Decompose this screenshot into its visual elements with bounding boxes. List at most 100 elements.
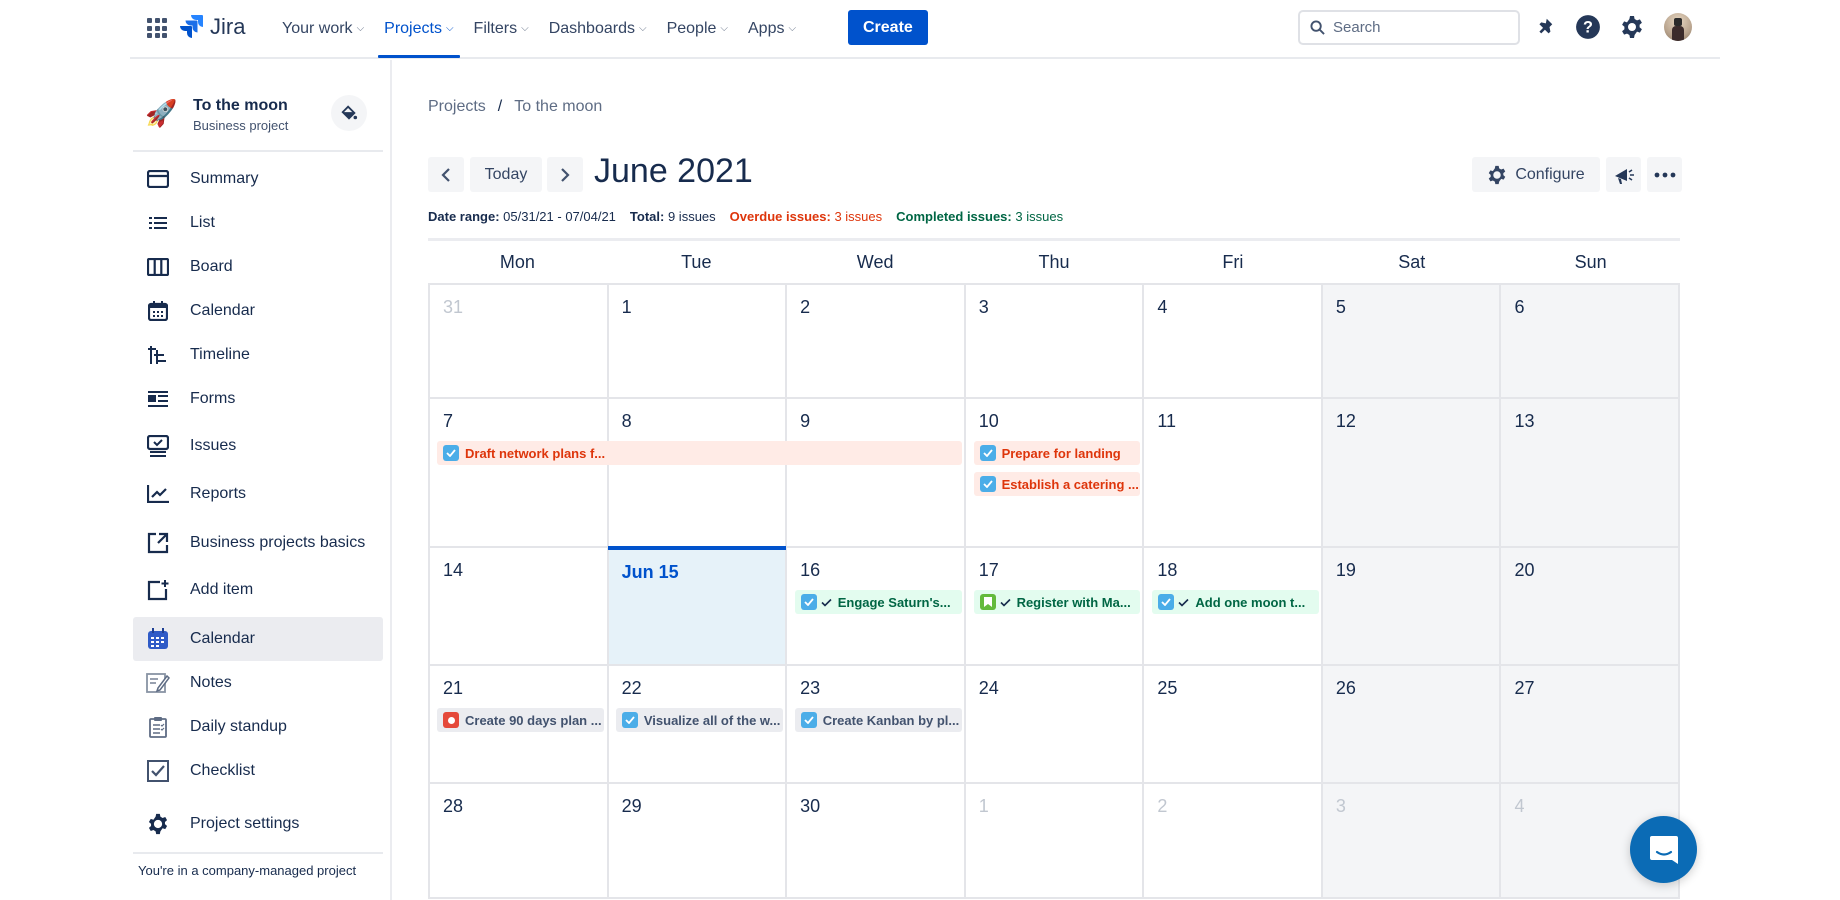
timeline-icon xyxy=(145,342,171,368)
calendar-day[interactable]: 24 xyxy=(965,666,1145,784)
configure-label: Configure xyxy=(1515,165,1585,183)
app-switcher-icon[interactable] xyxy=(147,18,167,38)
calendar-day[interactable]: 1 xyxy=(608,285,788,399)
sidebar-item-calendar-app[interactable]: Calendar xyxy=(133,617,383,661)
day-number: 3 xyxy=(1335,796,1346,816)
calendar-issue[interactable]: Create Kanban by pl... xyxy=(794,708,962,732)
calendar-day[interactable]: 1 xyxy=(965,784,1145,899)
nav-projects[interactable]: Projects ⌵ xyxy=(374,0,463,58)
calendar-issue[interactable]: Visualize all of the w... xyxy=(615,708,783,732)
nav-filters[interactable]: Filters ⌵ xyxy=(464,0,539,57)
weekday-fri: Fri xyxy=(1222,252,1244,272)
calendar-day[interactable]: 8 xyxy=(608,399,788,548)
sidebar-item-business-projects-basics[interactable]: Business projects basics xyxy=(133,521,383,565)
nav-your-work[interactable]: Your work ⌵ xyxy=(272,0,374,57)
user-avatar[interactable] xyxy=(1664,13,1692,41)
weekday-tue: Tue xyxy=(681,252,712,272)
calendar-day[interactable]: 20 xyxy=(1501,548,1681,666)
calendar-day[interactable]: 31 xyxy=(430,285,609,399)
calendar-issue[interactable]: Prepare for landing xyxy=(973,441,1141,465)
day-number: 26 xyxy=(1335,678,1356,698)
breadcrumb-project[interactable]: To the moon xyxy=(514,98,602,116)
sidebar-item-calendar[interactable]: Calendar xyxy=(133,289,383,333)
bug-type-icon xyxy=(443,712,459,728)
nav-label: Dashboards xyxy=(548,19,635,37)
calendar-day[interactable]: 28 xyxy=(430,784,609,899)
sidebar-item-summary[interactable]: Summary xyxy=(133,157,383,201)
chevron-left-icon xyxy=(441,167,450,182)
today-button[interactable]: Today xyxy=(470,157,542,192)
calendar-day[interactable]: 14 xyxy=(430,548,609,666)
calendar-day[interactable]: 7 xyxy=(430,399,609,548)
calendar-day[interactable]: 29 xyxy=(608,784,788,899)
calendar-day[interactable]: 30 xyxy=(787,784,966,899)
change-theme-button[interactable] xyxy=(331,95,367,131)
more-options-button[interactable] xyxy=(1647,157,1682,192)
search-input[interactable] xyxy=(1333,19,1503,36)
megaphone-icon xyxy=(1614,168,1634,184)
stat-completed[interactable]: Completed issues: 3 issues xyxy=(896,209,1063,224)
calendar-issue[interactable]: Create 90 days plan ... xyxy=(437,708,604,732)
jira-logo-text: Jira xyxy=(210,14,246,39)
help-icon[interactable]: ? xyxy=(1574,13,1602,41)
sidebar-item-timeline[interactable]: Timeline xyxy=(133,333,383,377)
breadcrumb-projects[interactable]: Projects xyxy=(428,98,486,116)
create-button[interactable]: Create xyxy=(848,10,928,45)
calendar-day[interactable]: 19 xyxy=(1322,548,1502,666)
checklist-icon xyxy=(145,758,171,784)
calendar-day[interactable]: 6 xyxy=(1501,285,1681,399)
settings-gear-icon[interactable] xyxy=(1618,13,1646,41)
sidebar-item-issues[interactable]: Issues xyxy=(133,424,383,468)
calendar-day[interactable]: 25 xyxy=(1144,666,1323,784)
sidebar-item-add-item[interactable]: Add item xyxy=(133,568,383,612)
day-number: 6 xyxy=(1514,297,1525,317)
nav-people[interactable]: People ⌵ xyxy=(657,0,738,57)
previous-month-button[interactable] xyxy=(428,157,464,192)
calendar-day[interactable]: 27 xyxy=(1501,666,1681,784)
issue-title: Draft network plans f... xyxy=(465,445,606,461)
calendar-day-today[interactable]: Jun 15 xyxy=(607,546,788,666)
stat-overdue[interactable]: Overdue issues: 3 issues xyxy=(730,209,882,224)
calendar-issue[interactable]: Register with Ma... xyxy=(973,590,1141,614)
jira-logo[interactable]: Jira xyxy=(180,14,245,40)
calendar-issue[interactable]: Establish a catering ... xyxy=(973,472,1141,496)
feedback-button[interactable] xyxy=(1606,157,1641,192)
calendar-day[interactable]: 2 xyxy=(1144,784,1323,899)
sidebar-item-project-settings[interactable]: Project settings xyxy=(133,802,383,846)
notifications-icon[interactable] xyxy=(1530,13,1558,41)
calendar-day[interactable]: 13 xyxy=(1501,399,1681,548)
calendar-day[interactable]: 3 xyxy=(1322,784,1502,899)
configure-button[interactable]: Configure xyxy=(1472,157,1600,192)
nav-apps[interactable]: Apps ⌵ xyxy=(738,0,806,57)
board-icon xyxy=(145,254,171,280)
sidebar-item-list[interactable]: List xyxy=(133,201,383,245)
day-number: 4 xyxy=(1514,796,1525,816)
next-month-button[interactable] xyxy=(547,157,583,192)
calendar-day[interactable]: 4 xyxy=(1144,285,1323,399)
calendar-day[interactable]: 11 xyxy=(1144,399,1323,548)
calendar-day[interactable]: 26 xyxy=(1322,666,1502,784)
calendar-issue[interactable]: Engage Saturn's... xyxy=(794,590,962,614)
calendar-day[interactable]: 5 xyxy=(1322,285,1502,399)
chat-support-button[interactable] xyxy=(1630,816,1697,883)
calendar-issue[interactable]: Draft network plans f... xyxy=(437,441,962,465)
calendar-day[interactable]: 9 xyxy=(787,399,966,548)
sidebar-item-notes[interactable]: Notes xyxy=(133,661,383,705)
day-number: 1 xyxy=(621,297,632,317)
sidebar-item-checklist[interactable]: Checklist xyxy=(133,749,383,793)
sidebar-item-daily-standup[interactable]: Daily standup xyxy=(133,705,383,749)
calendar-day[interactable]: 2 xyxy=(787,285,966,399)
nav-dashboards[interactable]: Dashboards ⌵ xyxy=(539,0,657,57)
calendar-day[interactable]: 12 xyxy=(1322,399,1502,548)
sidebar-item-forms[interactable]: Forms xyxy=(133,377,383,421)
sidebar-item-reports[interactable]: Reports xyxy=(133,472,383,516)
search-box[interactable] xyxy=(1298,10,1520,45)
calendar-day[interactable]: 3 xyxy=(965,285,1145,399)
sidebar-item-label: Board xyxy=(190,258,233,275)
done-check-icon xyxy=(821,595,832,610)
notes-icon xyxy=(145,670,171,696)
sidebar-item-board[interactable]: Board xyxy=(133,245,383,289)
task-type-icon xyxy=(800,712,817,728)
weekday-sat: Sat xyxy=(1398,252,1426,272)
calendar-issue[interactable]: Add one moon t... xyxy=(1152,590,1320,614)
